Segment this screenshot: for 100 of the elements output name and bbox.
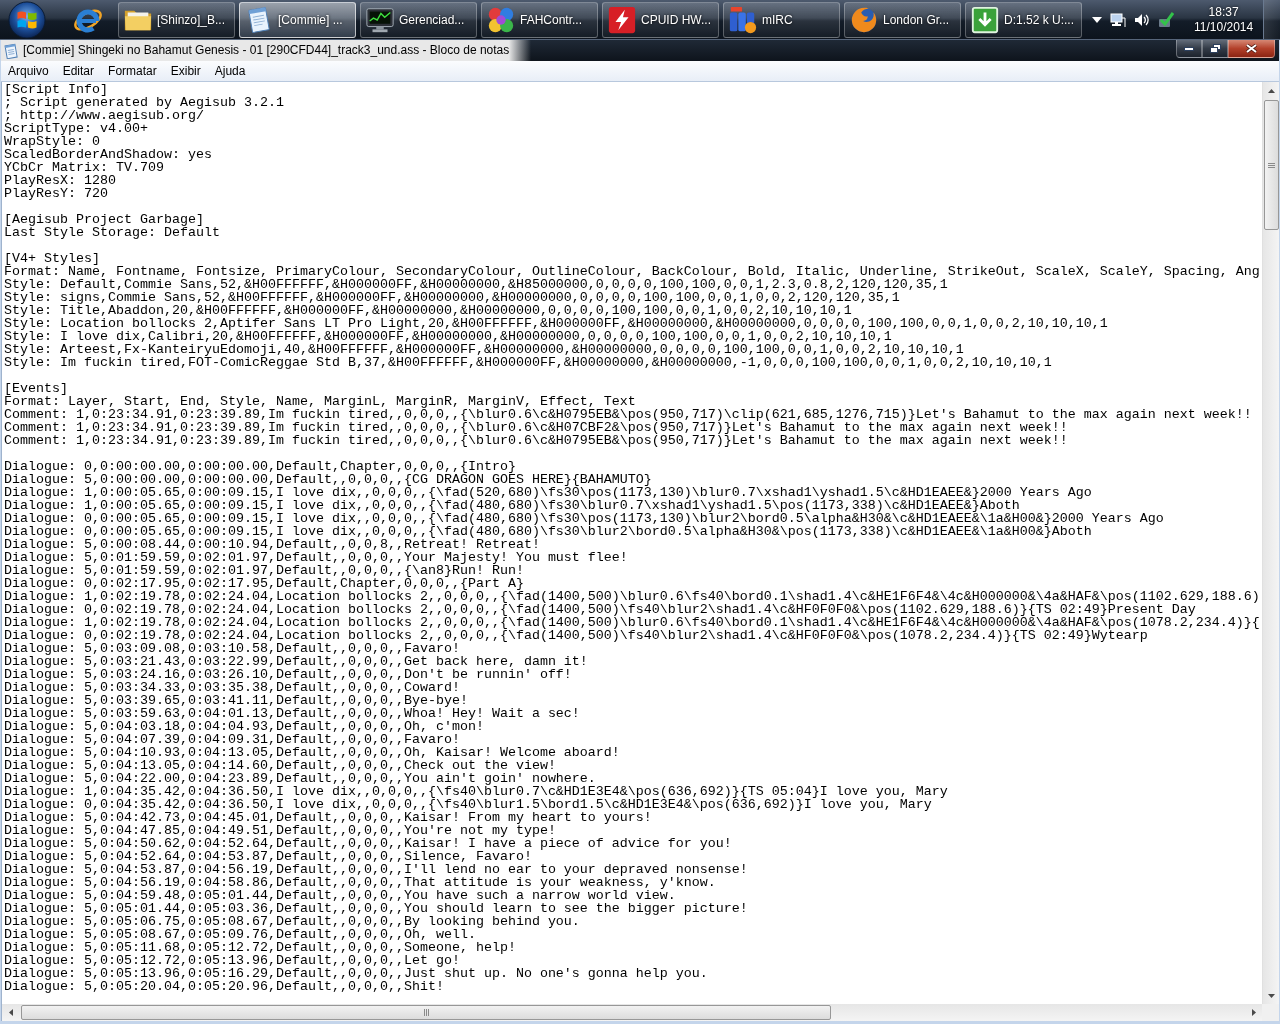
arrow-up-icon bbox=[1268, 88, 1275, 93]
text-line: Comment: 1,0:23:34.91,0:23:39.89,Im fuckin tired,,0,0,0,,{\blur0.6\c&H0795EB&\pos(950,717)\clip(621,685,1276,715)}Let's Bahamut to the max again next week!! bbox=[4, 408, 1252, 421]
taskbar-button[interactable]: [Shinzo]_B... bbox=[118, 1, 235, 38]
text-line: Dialogue: 5,0:03:59.63,0:04:01.13,Default,,0,0,0,,Whoa! Hey! Wait a sec! bbox=[4, 707, 580, 720]
text-line: PlayResY: 720 bbox=[4, 187, 108, 200]
text-line: Dialogue: 5,0:01:59.59,0:02:01.97,Default,,0,0,0,,Your Majesty! You must flee! bbox=[4, 551, 628, 564]
text-line: Dialogue: 5,0:04:56.19,0:04:58.86,Default,,0,0,0,,That attitude is your weakness, y'know. bbox=[4, 876, 716, 889]
text-line: Dialogue: 1,0:02:19.78,0:02:24.04,Location bollocks 2,,0,0,0,,{\fad(1400,500)\blur0.6\fs40\bord0.1\shad1.4\c&HE1F6F4&\4c&H000000&\4a&HAF&\pos(1102.629,188.6) bbox=[4, 590, 1260, 603]
download-tile-icon bbox=[970, 4, 1000, 35]
minimize-icon bbox=[1184, 46, 1194, 51]
horizontal-scrollbar[interactable] bbox=[1, 1004, 1262, 1021]
text-line: Style: signs,Commie Sans,52,&H00FFFFFF,&H000000FF,&H00000000,&H00000000,0,0,0,0,100,100,0,0,1,0,0,2,120,120,35,1 bbox=[4, 291, 900, 304]
text-line: Dialogue: 1,0:04:35.42,0:04:36.50,I love dix,,0,0,0,,{\fs40\blur0.7\c&HD1E3E4&\pos(636,692)}{TS 05:04}I love you, Mary bbox=[4, 785, 948, 798]
menu-item[interactable]: Formatar bbox=[101, 61, 164, 81]
text-line: Dialogue: 5,0:00:00.00,0:00:00.00,Default,,0,0,0,,{CG DRAGON GOES HERE}{BAHAMUTO} bbox=[4, 473, 652, 486]
network-icon[interactable] bbox=[1110, 11, 1126, 28]
taskbar-button[interactable]: Gerenciad... bbox=[360, 1, 477, 38]
minimize-button[interactable] bbox=[1176, 40, 1202, 58]
clock-button[interactable]: 18:37 11/10/2014 bbox=[1190, 4, 1258, 35]
show-desktop-button[interactable] bbox=[1263, 0, 1280, 39]
taskbar-button[interactable]: London Gr... bbox=[844, 1, 961, 38]
restore-icon bbox=[1209, 44, 1221, 53]
text-line: ScaledBorderAndShadow: yes bbox=[4, 148, 212, 161]
text-line: Dialogue: 5,0:04:59.48,0:05:01.44,Default,,0,0,0,,You have such a narrow world view. bbox=[4, 889, 676, 902]
start-button[interactable] bbox=[7, 0, 47, 40]
text-line: Style: Default,Commie Sans,52,&H00FFFFFF,&H000000FF,&H00000000,&H85000000,0,0,0,0,100,100,0,0,1,2.3,0.8,2,120,120,35,1 bbox=[4, 278, 948, 291]
text-line: Dialogue: 5,0:05:12.72,0:05:13.96,Default,,0,0,0,,Let go! bbox=[4, 954, 460, 967]
text-line: WrapStyle: 0 bbox=[4, 135, 100, 148]
window-title: [Commie] Shingeki no Bahamut Genesis - 01 [290CFD44]_track3_und.ass - Bloco de notas bbox=[19, 40, 532, 61]
text-line: Dialogue: 5,0:03:34.33,0:03:35.38,Default,,0,0,0,,Coward! bbox=[4, 681, 460, 694]
text-line: Dialogue: 0,0:00:05.65,0:00:09.15,I love dix,,0,0,0,,{\fad(480,680)\fs30\pos(1173,130)\blur2\bord0.5\alpha&H30&\c&HD1EAEE&\1a&H00&}2000 Years Ago bbox=[4, 512, 1164, 525]
text-line: Dialogue: 5,0:01:59.59,0:02:01.97,Default,,0,0,0,,{\an8}Run! Run! bbox=[4, 564, 524, 577]
arrow-left-icon bbox=[8, 1009, 13, 1016]
text-line: Dialogue: 0,0:02:19.78,0:02:24.04,Location bollocks 2,,0,0,0,,{\fad(1400,500)\fs40\blur2\shad1.4\c&HF0F0F0&\pos(1102.629,188.6)}{TS 02:49}Present Day bbox=[4, 603, 1196, 616]
text-line: [Aegisub Project Garbage] bbox=[4, 213, 204, 226]
arrow-right-icon bbox=[1251, 1009, 1256, 1016]
text-line: Dialogue: 5,0:04:42.73,0:04:45.01,Default,,0,0,0,,Kaisar! From my heart to yours! bbox=[4, 811, 652, 824]
windows-logo-icon bbox=[8, 0, 46, 39]
restore-button[interactable] bbox=[1202, 40, 1228, 58]
caret-icon[interactable] bbox=[1092, 16, 1102, 23]
text-line: [Script Info] bbox=[4, 83, 108, 96]
text-line: Dialogue: 0,0:02:17.95,0:02:17.95,Default,Chapter,0,0,0,,{Part A} bbox=[4, 577, 524, 590]
text-line: Format: Layer, Start, End, Style, Name, MarginL, MarginR, MarginV, Effect, Text bbox=[4, 395, 636, 408]
taskbar-button[interactable]: [Commie] ... bbox=[239, 1, 356, 38]
text-line: Dialogue: 0,0:00:05.65,0:00:09.15,I love dix,,0,0,0,,{\fad(480,680)\fs30\blur2\bord0.5\alpha&H30&\pos(1173,338)\c&HD1EAEE&\1a&H00&}Aboth bbox=[4, 525, 1092, 538]
notepad-icon bbox=[3, 42, 19, 59]
taskbar-button[interactable]: FAHContr... bbox=[481, 1, 598, 38]
menu-item[interactable]: Arquivo bbox=[1, 61, 56, 81]
text-line: Style: Title,Abaddon,20,&H00FFFFFF,&H000000FF,&H00000000,&H00000000,0,0,0,0,100,100,0,0,1,0,0,2,10,10,10,1 bbox=[4, 304, 852, 317]
text-line: Dialogue: 5,0:03:09.08,0:03:10.58,Default,,0,0,0,,Favaro! bbox=[4, 642, 460, 655]
check-icon[interactable] bbox=[1158, 11, 1174, 28]
text-line: Dialogue: 5,0:00:08.44,0:00:10.94,Default,,0,0,8,,Retreat! Retreat! bbox=[4, 538, 540, 551]
text-line: Style: Im fuckin tired,FOT-ComicReggae Std B,37,&H00FFFFFF,&H000000FF,&H00000000,&H00000000,-1,0,0,0,100,100,0,0,1,0,0,2,10,10,10,1 bbox=[4, 356, 1052, 369]
text-line: Comment: 1,0:23:34.91,0:23:39.89,Im fuckin tired,,0,0,0,,{\blur0.6\c&H0795EB&\pos(950,717)}Let's Bahamut to the max again next week!! bbox=[4, 434, 1068, 447]
text-line: Dialogue: 1,0:02:19.78,0:02:24.04,Location bollocks 2,,0,0,0,,{\fad(1400,500)\blur0.6\fs40\bord0.1\shad1.4\c&HE1F6F4&\4c&H000000&\4a&HAF&\pos(1078.2,234.4)}{ bbox=[4, 616, 1260, 629]
text-line: Dialogue: 5,0:04:03.18,0:04:04.93,Default,,0,0,0,,Oh, c'mon! bbox=[4, 720, 484, 733]
text-line: Style: I love dix,Calibri,20,&H00FFFFFF,&H000000FF,&H00000000,&H00000000,0,0,0,0,100,100,0,0,1,0,0,2,10,10,10,1 bbox=[4, 330, 892, 343]
text-line: Dialogue: 5,0:03:24.16,0:03:26.10,Default,,0,0,0,,Don't be runnin' off! bbox=[4, 668, 572, 681]
text-line: Dialogue: 5,0:03:39.65,0:03:41.11,Default,,0,0,0,,Bye-bye! bbox=[4, 694, 468, 707]
vertical-scrollbar[interactable] bbox=[1262, 82, 1279, 1004]
text-line: Dialogue: 5,0:05:01.44,0:05:03.36,Default,,0,0,0,,You should learn to see the bigger picture! bbox=[4, 902, 748, 915]
text-line: Dialogue: 5,0:04:53.87,0:04:56.19,Default,,0,0,0,,I'll lend no ear to your depraved nonsense! bbox=[4, 863, 748, 876]
taskbar-button[interactable]: D:1.52 k U:... bbox=[965, 1, 1082, 38]
text-line: Format: Name, Fontname, Fontsize, PrimaryColour, SecondaryColour, OutlineColour, BackColour, Bold, Italic, Underline, StrikeOut, ScaleX, ScaleY, Spacing, Ang bbox=[4, 265, 1260, 278]
close-button[interactable] bbox=[1228, 40, 1275, 58]
text-line: Dialogue: 0,0:00:00.00,0:00:00.00,Default,Chapter,0,0,0,,{Intro} bbox=[4, 460, 516, 473]
text-line: Dialogue: 5,0:05:08.67,0:05:09.76,Default,,0,0,0,,Oh, well. bbox=[4, 928, 476, 941]
text-line: Dialogue: 0,0:02:19.78,0:02:24.04,Location bollocks 2,,0,0,0,,{\fad(1400,500)\fs40\blur2\shad1.4\c&HF0F0F0&\pos(1078.2,234.4)}{TS 02:49}Wytearp bbox=[4, 629, 1148, 642]
text-line: Dialogue: 1,0:00:05.65,0:00:09.15,I love dix,,0,0,0,,{\fad(520,680)\fs30\pos(1173,130)\blur0.7\xshad1\yshad1.5\c&HD1EAEE&}2000 Years Ago bbox=[4, 486, 1092, 499]
text-line: Dialogue: 5,0:04:47.85,0:04:49.51,Default,,0,0,0,,You're not my type! bbox=[4, 824, 556, 837]
text-line: Dialogue: 5,0:05:20.04,0:05:20.96,Default,,0,0,0,,Shit! bbox=[4, 980, 444, 993]
text-line: Dialogue: 5,0:04:10.93,0:04:13.05,Default,,0,0,0,,Oh, Kaisar! Welcome aboard! bbox=[4, 746, 620, 759]
grip-icon bbox=[1268, 162, 1275, 168]
text-line: PlayResX: 1280 bbox=[4, 174, 116, 187]
text-line: ScriptType: v4.00+ bbox=[4, 122, 148, 135]
text-line: [Events] bbox=[4, 382, 68, 395]
menu-item[interactable]: Exibir bbox=[163, 61, 208, 81]
text-line: Dialogue: 5,0:05:13.96,0:05:16.29,Default,,0,0,0,,Just shut up. No one's gonna help you. bbox=[4, 967, 708, 980]
text-line: Dialogue: 5,0:04:52.64,0:04:53.87,Default,,0,0,0,,Silence, Favaro! bbox=[4, 850, 532, 863]
arrow-down-icon bbox=[1268, 993, 1275, 998]
text-editor[interactable] bbox=[1, 82, 1262, 1004]
text-line: Dialogue: 5,0:04:13.05,0:04:14.60,Default,,0,0,0,,Check out the view! bbox=[4, 759, 556, 772]
text-line: Dialogue: 0,0:04:35.42,0:04:36.50,I love dix,,0,0,0,,{\fs40\blur1.5\bord1.5\c&HD1E3E4&\pos(636,692)}I love you, Mary bbox=[4, 798, 932, 811]
text-line: YCbCr Matrix: TV.709 bbox=[4, 161, 164, 174]
text-line: Last Style Storage: Default bbox=[4, 226, 220, 239]
close-icon bbox=[1246, 44, 1257, 53]
menu-item[interactable]: Editar bbox=[55, 61, 102, 81]
taskbar-button[interactable]: CPUID HW... bbox=[602, 1, 719, 38]
text-line: Comment: 1,0:23:34.91,0:23:39.89,Im fuckin tired,,0,0,0,,{\blur0.6\c&H07CBF2&\pos(950,717)}Let's Bahamut to the max again next week!! bbox=[4, 421, 1068, 434]
colored-blocks-icon bbox=[728, 4, 758, 35]
taskbar-button[interactable]: mIRC bbox=[723, 1, 840, 38]
scrollbar-corner bbox=[1262, 1004, 1279, 1021]
menu-item[interactable]: Ajuda bbox=[207, 61, 253, 81]
text-line: ; http://www.aegisub.org/ bbox=[4, 109, 204, 122]
text-line: Style: Location bollocks 2,Aptifer Sans LT Pro Light,20,&H00FFFFFF,&H000000FF,&H00000000,&H00000000,0,0,0,0,100,100,0,0,1,0,0,2,10,10,10,1 bbox=[4, 317, 1108, 330]
text-line: Dialogue: 5,0:04:07.39,0:04:09.31,Default,,0,0,0,,Favaro! bbox=[4, 733, 460, 746]
text-line: Dialogue: 5,0:05:06.75,0:05:08.67,Default,,0,0,0,,By looking behind you. bbox=[4, 915, 580, 928]
scrollbar-thumb[interactable] bbox=[21, 1005, 831, 1020]
grip-icon bbox=[423, 1009, 429, 1016]
scrollbar-thumb[interactable] bbox=[1264, 100, 1279, 230]
